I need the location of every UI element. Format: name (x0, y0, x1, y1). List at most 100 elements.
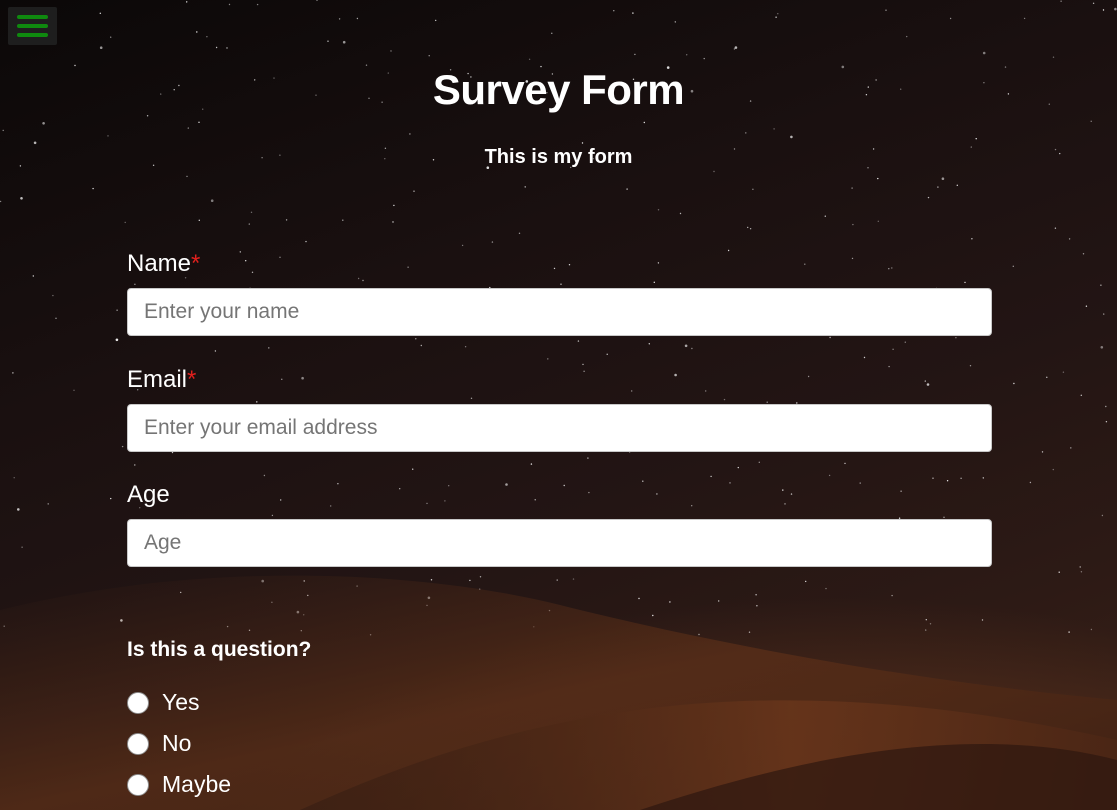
star (885, 9, 887, 11)
star (777, 13, 779, 15)
star (99, 46, 103, 49)
star (1070, 447, 1072, 449)
star (1013, 382, 1015, 385)
star (73, 389, 75, 391)
star (1080, 394, 1083, 396)
star (228, 3, 231, 6)
star (752, 188, 754, 190)
star (427, 596, 431, 600)
star (305, 240, 307, 243)
age-input[interactable] (127, 519, 992, 567)
star (773, 128, 775, 130)
radio-button[interactable] (127, 732, 149, 755)
star (409, 133, 411, 135)
star (551, 32, 553, 34)
email-input[interactable] (127, 404, 992, 452)
star (971, 238, 973, 240)
star (925, 629, 927, 631)
star (956, 184, 958, 186)
star (186, 175, 188, 178)
star (393, 204, 395, 207)
star (20, 197, 23, 200)
star (1092, 2, 1095, 4)
star (1100, 284, 1102, 286)
star (679, 212, 682, 215)
star (1068, 631, 1070, 633)
star (755, 594, 757, 596)
star (1058, 571, 1060, 573)
star (198, 219, 200, 221)
radio-option-no[interactable]: No (127, 730, 191, 757)
star (657, 209, 660, 211)
star (261, 579, 265, 583)
question-label: Is this a question? (127, 638, 312, 661)
required-asterisk: * (187, 366, 197, 393)
required-asterisk: * (191, 250, 201, 277)
star (13, 477, 15, 479)
star (300, 630, 302, 632)
star (390, 50, 392, 52)
star (698, 633, 700, 636)
star (124, 221, 126, 224)
star (12, 372, 14, 374)
star (929, 623, 932, 625)
star (877, 220, 879, 222)
hamburger-menu-button[interactable] (8, 7, 57, 45)
star (491, 241, 494, 243)
star (734, 46, 738, 49)
star (927, 196, 930, 199)
star (285, 219, 288, 221)
star (1079, 566, 1081, 568)
star (256, 3, 259, 6)
star (206, 36, 208, 38)
star (790, 135, 793, 139)
star (248, 629, 251, 631)
name-input[interactable] (127, 288, 992, 336)
star (226, 47, 228, 49)
star (1090, 120, 1092, 123)
radio-button[interactable] (127, 691, 149, 714)
radio-option-label: Maybe (162, 771, 232, 797)
star (1068, 238, 1071, 240)
star (215, 46, 218, 49)
star (713, 170, 715, 173)
star (669, 601, 671, 603)
star (196, 31, 198, 33)
star (1062, 371, 1065, 373)
star (1080, 571, 1083, 573)
star (426, 604, 428, 607)
star (115, 338, 119, 342)
star (1046, 376, 1048, 378)
star (342, 40, 346, 44)
name-label: Name* (127, 248, 992, 280)
star (1103, 313, 1105, 315)
star (825, 587, 827, 590)
star (1101, 514, 1104, 517)
star (392, 221, 394, 223)
star (430, 579, 433, 581)
page-title: Survey Form (432, 66, 685, 113)
star (17, 508, 20, 511)
radio-option-maybe[interactable]: Maybe (127, 771, 231, 798)
star (1060, 0, 1062, 2)
star (1054, 227, 1057, 229)
name-label-text: Name (127, 250, 192, 277)
star (982, 51, 986, 55)
star (906, 35, 908, 38)
star (1105, 405, 1107, 408)
star (47, 503, 49, 505)
star (356, 17, 359, 20)
star (116, 309, 118, 311)
star (226, 625, 229, 628)
star (338, 18, 341, 20)
radio-option-yes[interactable]: Yes (127, 689, 200, 716)
star (435, 19, 437, 22)
star (533, 626, 535, 628)
star (271, 601, 273, 603)
radio-option-label: No (162, 730, 192, 756)
radio-button[interactable] (127, 773, 149, 796)
star (369, 634, 372, 636)
star (941, 177, 945, 180)
star (518, 232, 521, 234)
radio-option-label: Yes (162, 689, 200, 715)
